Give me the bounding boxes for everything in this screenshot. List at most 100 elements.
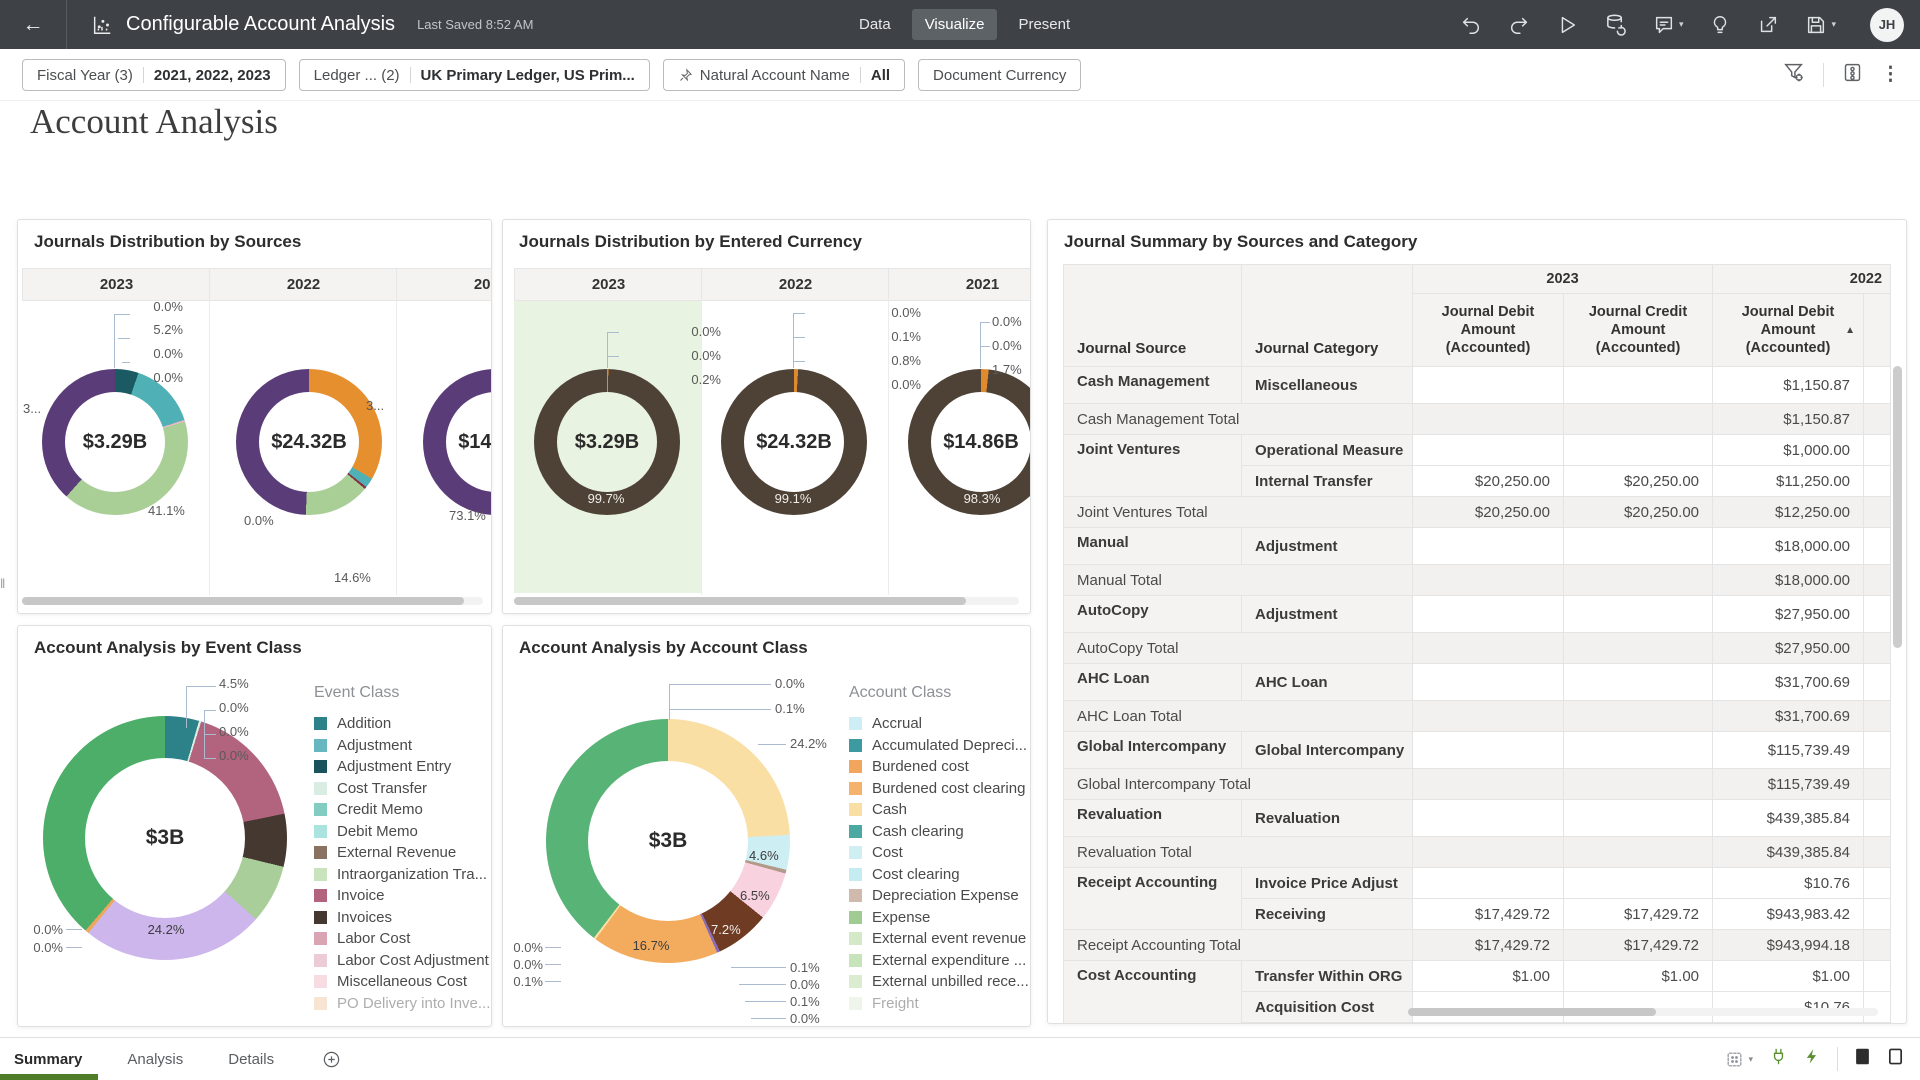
legend-item[interactable]: Addition [314,713,490,735]
legend-item[interactable]: Intraorganization Tra... [314,864,490,886]
legend-item[interactable]: External event revenue [849,928,1029,950]
table-row[interactable]: Revaluation Total$439,385.84 [1064,837,1891,868]
tab-data[interactable]: Data [846,9,904,40]
legend-item[interactable]: Cash [849,799,1029,821]
legend-item[interactable]: Cost clearing [849,864,1029,886]
legend-item[interactable]: Burdened cost [849,756,1029,778]
legend-item[interactable]: External Revenue [314,842,490,864]
legend-item[interactable]: Labor Cost Adjustment [314,950,490,972]
undo-icon[interactable] [1460,14,1482,36]
table-row[interactable]: AHC LoanAHC Loan$31,700.69 [1064,664,1891,701]
table-row[interactable]: RevaluationRevaluation$439,385.84 [1064,800,1891,837]
legend-item[interactable]: Invoices [314,907,490,929]
legend-item[interactable]: Miscellaneous Cost [314,971,490,993]
pct-label: 0.0% [790,1011,820,1026]
legend-item[interactable]: Adjustment [314,735,490,757]
viz-event-class[interactable]: Account Analysis by Event Class $3B Even… [17,625,492,1027]
back-button[interactable]: ← [0,0,67,49]
refresh-connection-icon[interactable] [1769,1047,1788,1071]
filter-settings-icon[interactable] [1783,61,1805,88]
col-header-debit-2023[interactable]: Journal Debit Amount (Accounted) [1413,294,1564,367]
tab-present[interactable]: Present [1005,9,1083,40]
viz-journals-by-sources[interactable]: Journals Distribution by Sources 2023 20… [17,219,492,614]
legend-item[interactable]: External unbilled rece... [849,971,1029,993]
horizontal-scrollbar[interactable] [22,597,464,605]
horizontal-scrollbar[interactable] [1408,1008,1656,1016]
donut-account-class[interactable]: $3B [546,719,790,963]
canvas-grid-icon[interactable]: ▾ [1725,1050,1753,1069]
canvas-tab-details[interactable]: Details [228,1051,274,1068]
col-header-journal-category[interactable]: Journal Category [1242,265,1413,367]
filter-chip-natural-account[interactable]: Natural Account Name All [663,59,905,91]
filter-chip-fiscal-year[interactable]: Fiscal Year (3) 2021, 2022, 2023 [22,59,286,91]
legend-item[interactable]: Cash clearing [849,821,1029,843]
canvas-tab-analysis[interactable]: Analysis [127,1051,183,1068]
filter-chip-ledger[interactable]: Ledger ... (2) UK Primary Ledger, US Pri… [299,59,650,91]
export-icon[interactable] [1757,14,1779,36]
sort-ascending-icon[interactable]: ▲ [1845,325,1855,338]
table-row[interactable]: Receipt Accounting Total$17,429.72$17,42… [1064,930,1891,961]
table-row[interactable]: Cost AccountingTransfer Within ORG$1.00$… [1064,961,1891,992]
viz-account-class[interactable]: Account Analysis by Account Class $3B Ac… [502,625,1031,1027]
viz-journal-summary-table[interactable]: Journal Summary by Sources and Category … [1047,219,1907,1024]
table-row[interactable]: AutoCopyAdjustment$27,950.00 [1064,596,1891,633]
layout-pane-dark-icon[interactable] [1854,1046,1871,1072]
donut-sources-2021[interactable]: $14.86B [423,369,492,515]
donut-sources-2022[interactable]: $24.32B [236,369,382,515]
legend-item[interactable]: PO Delivery into Inve... [314,993,490,1015]
menu-kebab-icon[interactable]: ⋮ [1881,65,1900,84]
table-row[interactable]: AHC Loan Total$31,700.69 [1064,701,1891,732]
legend-item[interactable]: Cost Transfer [314,778,490,800]
preview-play-icon[interactable] [1556,14,1578,36]
legend-swatch [314,760,327,773]
journal-summary-table[interactable]: Journal Source Journal Category 2023 202… [1063,264,1891,1024]
add-canvas-icon[interactable] [322,1050,341,1069]
legend-item[interactable]: Invoice [314,885,490,907]
filter-chip-document-currency[interactable]: Document Currency [918,59,1081,91]
table-row[interactable]: Cash Management Total$1,150.87 [1064,404,1891,435]
donut-sources-2023[interactable]: $3.29B [42,369,188,515]
legend-item[interactable]: Depreciation Expense [849,885,1029,907]
legend-item[interactable]: Credit Memo [314,799,490,821]
col-header-journal-source[interactable]: Journal Source [1064,265,1242,367]
legend-item[interactable]: Accrual [849,713,1029,735]
table-row[interactable]: Manual Total$18,000.00 [1064,565,1891,596]
limit-values-icon[interactable] [1842,62,1863,88]
tab-visualize[interactable]: Visualize [912,9,998,40]
legend-item[interactable]: Cost [849,842,1029,864]
table-row[interactable]: Joint Ventures Total$20,250.00$20,250.00… [1064,497,1891,528]
legend-item[interactable]: Adjustment Entry [314,756,490,778]
comments-icon[interactable]: ▾ [1653,14,1684,36]
layout-pane-light-icon[interactable] [1887,1046,1904,1072]
legend-item[interactable]: Freight [849,993,1029,1015]
vertical-scrollbar[interactable] [1893,366,1902,648]
refresh-data-icon[interactable] [1604,13,1627,36]
col-header-debit-2022[interactable]: Journal Debit Amount (Accounted) ▲ [1713,294,1864,367]
horizontal-scrollbar[interactable] [514,597,966,605]
table-row[interactable]: Global Intercompany Total$115,739.49 [1064,769,1891,800]
table-row[interactable]: Receipt AccountingInvoice Price Adjust$1… [1064,868,1891,899]
year-group-2023[interactable]: 2023 [1413,265,1713,294]
auto-apply-icon[interactable] [1804,1047,1821,1071]
table-row[interactable]: ManualAdjustment$18,000.00 [1064,528,1891,565]
year-group-2022[interactable]: 2022 [1713,265,1891,294]
table-row[interactable]: Joint VenturesOperational Measure$1,000.… [1064,435,1891,466]
legend-item[interactable]: Burdened cost clearing [849,778,1029,800]
legend-item[interactable]: Debit Memo [314,821,490,843]
save-icon[interactable]: ▾ [1805,14,1836,36]
canvas-tab-summary[interactable]: Summary [14,1051,82,1068]
table-row[interactable]: Cash ManagementMiscellaneous$1,150.87 [1064,367,1891,404]
legend-item[interactable]: Labor Cost [314,928,490,950]
redo-icon[interactable] [1508,14,1530,36]
viz-title: Journal Summary by Sources and Category [1064,232,1417,252]
legend-item[interactable]: Expense [849,907,1029,929]
table-row[interactable]: AutoCopy Total$27,950.00 [1064,633,1891,664]
viz-journals-by-currency[interactable]: Journals Distribution by Entered Currenc… [502,219,1031,614]
avatar[interactable]: JH [1870,8,1904,42]
col-header-credit-2023[interactable]: Journal Credit Amount (Accounted) [1564,294,1713,367]
legend-item[interactable]: External expenditure ... [849,950,1029,972]
legend-item[interactable]: Accumulated Depreci... [849,735,1029,757]
resize-handle[interactable]: ‖ [0,576,6,591]
table-row[interactable]: Global IntercompanyGlobal Intercompany$1… [1064,732,1891,769]
insights-bulb-icon[interactable] [1709,14,1731,36]
